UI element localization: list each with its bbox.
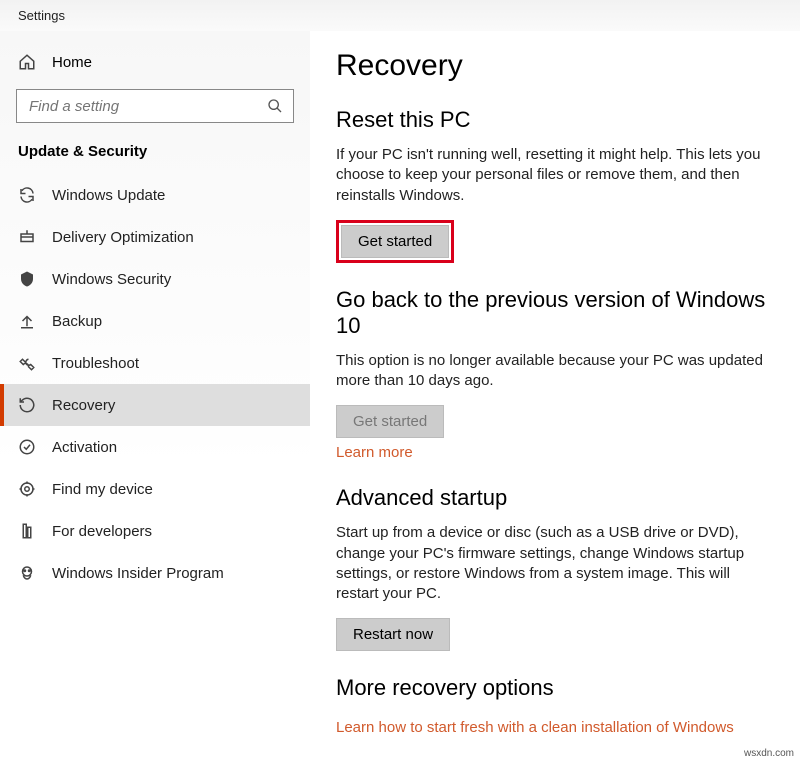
sidebar-item-label: Windows Update	[52, 187, 165, 204]
sidebar-item-backup[interactable]: Backup	[0, 300, 310, 342]
advanced-heading: Advanced startup	[336, 485, 774, 511]
window-body: Home Update & Security Windows Update De…	[0, 31, 800, 763]
sidebar-item-label: Troubleshoot	[52, 355, 139, 372]
reset-heading: Reset this PC	[336, 107, 774, 133]
sidebar-item-recovery[interactable]: Recovery	[0, 384, 310, 426]
home-button[interactable]: Home	[0, 43, 310, 81]
sidebar-item-label: Backup	[52, 313, 102, 330]
sidebar-item-label: Find my device	[52, 481, 153, 498]
home-label: Home	[52, 54, 92, 71]
get-started-button[interactable]: Get started	[341, 225, 449, 258]
sidebar-item-troubleshoot[interactable]: Troubleshoot	[0, 342, 310, 384]
sidebar-item-label: Windows Security	[52, 271, 171, 288]
search-icon	[267, 98, 283, 114]
sidebar-item-windows-insider-program[interactable]: Windows Insider Program	[0, 552, 310, 594]
sidebar-item-for-developers[interactable]: For developers	[0, 510, 310, 552]
content-pane: Recovery Reset this PC If your PC isn't …	[310, 31, 800, 763]
category-heading: Update & Security	[0, 137, 310, 174]
search-box[interactable]	[16, 89, 294, 123]
home-icon	[18, 53, 36, 71]
sidebar-item-label: Windows Insider Program	[52, 565, 224, 582]
more-heading: More recovery options	[336, 675, 774, 701]
advanced-description: Start up from a device or disc (such as …	[336, 523, 774, 604]
search-container	[0, 81, 310, 137]
sidebar-item-windows-update[interactable]: Windows Update	[0, 174, 310, 216]
sync-icon	[18, 186, 36, 204]
search-input[interactable]	[27, 97, 267, 116]
reset-button-highlight: Get started	[336, 220, 454, 263]
sidebar-item-delivery-optimization[interactable]: Delivery Optimization	[0, 216, 310, 258]
shield-icon	[18, 270, 36, 288]
page-title: Recovery	[336, 49, 774, 83]
sidebar-item-label: Recovery	[52, 397, 115, 414]
window-title: Settings	[18, 8, 65, 23]
reset-section: Reset this PC If your PC isn't running w…	[336, 107, 774, 263]
sidebar: Home Update & Security Windows Update De…	[0, 31, 310, 763]
delivery-icon	[18, 228, 36, 246]
watermark: wsxdn.com	[744, 748, 794, 759]
settings-window: Settings Home Update & Security Windows …	[0, 0, 800, 763]
sidebar-item-label: For developers	[52, 523, 152, 540]
reset-description: If your PC isn't running well, resetting…	[336, 145, 774, 206]
start-fresh-link[interactable]: Learn how to start fresh with a clean in…	[336, 719, 734, 736]
window-titlebar: Settings	[0, 0, 800, 31]
sidebar-item-label: Activation	[52, 439, 117, 456]
sidebar-item-find-my-device[interactable]: Find my device	[0, 468, 310, 510]
goback-heading: Go back to the previous version of Windo…	[336, 287, 774, 339]
recovery-icon	[18, 396, 36, 414]
sidebar-item-activation[interactable]: Activation	[0, 426, 310, 468]
wrench-icon	[18, 354, 36, 372]
check-circle-icon	[18, 438, 36, 456]
goback-description: This option is no longer available becau…	[336, 351, 774, 392]
developers-icon	[18, 522, 36, 540]
sidebar-item-windows-security[interactable]: Windows Security	[0, 258, 310, 300]
more-section: More recovery options Learn how to start…	[336, 675, 774, 736]
advanced-section: Advanced startup Start up from a device …	[336, 485, 774, 651]
sidebar-item-label: Delivery Optimization	[52, 229, 194, 246]
location-icon	[18, 480, 36, 498]
backup-icon	[18, 312, 36, 330]
insider-icon	[18, 564, 36, 582]
goback-get-started-button: Get started	[336, 405, 444, 438]
nav-list: Windows Update Delivery Optimization Win…	[0, 174, 310, 594]
learn-more-link[interactable]: Learn more	[336, 444, 413, 461]
goback-section: Go back to the previous version of Windo…	[336, 287, 774, 462]
restart-now-button[interactable]: Restart now	[336, 618, 450, 651]
